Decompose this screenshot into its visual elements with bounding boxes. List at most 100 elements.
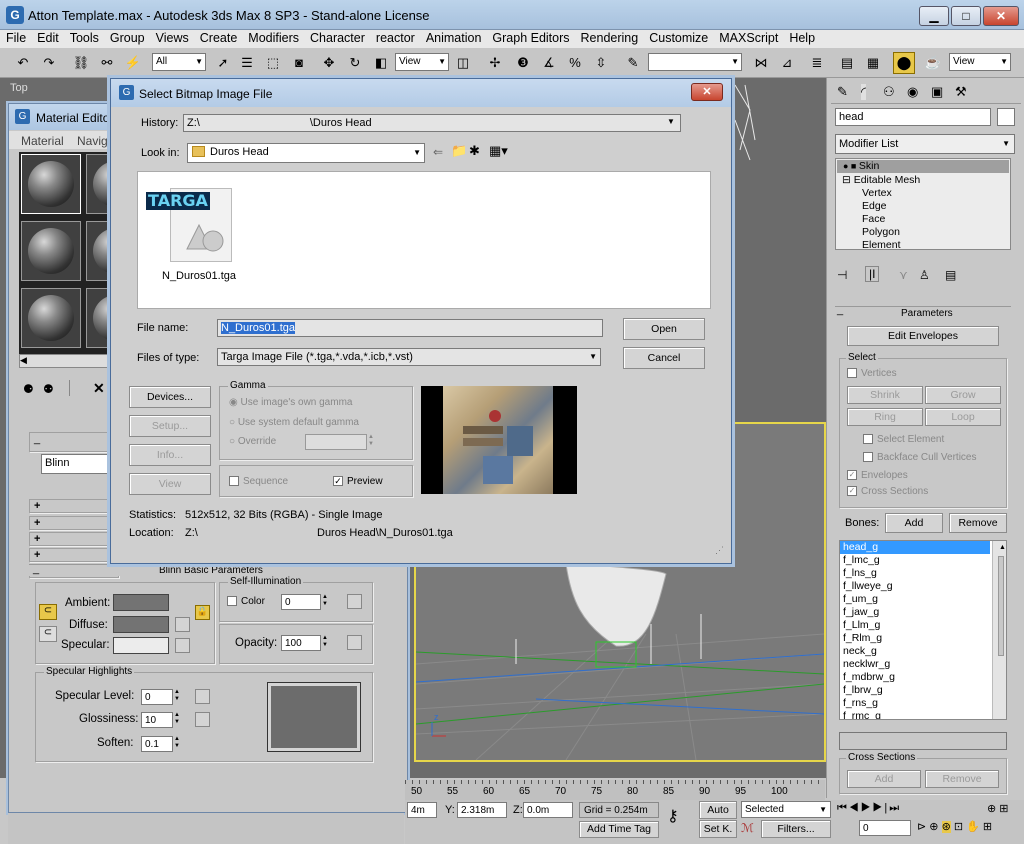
view-button[interactable]: View — [129, 473, 211, 495]
menu-edit[interactable]: Edit — [31, 30, 64, 48]
snaps-toggle-icon[interactable]: ❸ — [512, 52, 534, 74]
remove-bone-button[interactable]: Remove — [949, 513, 1007, 533]
look-in-dropdown[interactable]: Duros Head ▼ — [187, 143, 425, 163]
unlink-icon[interactable]: ⚯ — [96, 52, 118, 74]
bone-item[interactable]: f_Rlm_g — [840, 632, 1006, 645]
specular-level-spinner[interactable]: ▲ ▼ — [173, 689, 181, 703]
dialog-titlebar[interactable]: G Select Bitmap Image File ✕ — [111, 79, 731, 107]
file-item[interactable]: TARGA N_Duros01.tga — [146, 182, 236, 282]
make-unique-icon[interactable]: ⋎ — [899, 268, 908, 282]
menu-help[interactable]: Help — [783, 30, 820, 48]
edit-named-selection-icon[interactable]: ✎ — [622, 52, 644, 74]
setup-button[interactable]: Setup... — [129, 415, 211, 437]
filters-button[interactable]: Filters... — [761, 820, 831, 838]
key-mode-icon[interactable]: ℳ — [741, 821, 754, 835]
file-list[interactable]: TARGA N_Duros01.tga — [137, 171, 711, 309]
object-name-field[interactable]: head — [835, 108, 991, 126]
bone-item[interactable]: f_Llm_g — [840, 619, 1006, 632]
glossiness-spinner[interactable]: ▲ ▼ — [173, 712, 181, 726]
put-to-scene-icon[interactable]: ⚉ — [43, 382, 54, 396]
viewport-top-label[interactable]: Top — [10, 82, 28, 94]
display-tab-icon[interactable]: ▣ — [931, 84, 943, 100]
stack-item-vertex[interactable]: Vertex — [862, 187, 892, 199]
cross-section-add-button[interactable]: Add — [847, 770, 921, 788]
material-editor-icon[interactable]: ⬤ — [893, 52, 915, 74]
undo-icon[interactable]: ↶ — [12, 52, 34, 74]
remove-modifier-icon[interactable]: ♙ — [919, 268, 930, 282]
motion-tab-icon[interactable]: ◉ — [907, 84, 918, 100]
open-button[interactable]: Open — [623, 318, 705, 340]
maximize-button[interactable]: □ — [951, 6, 981, 26]
bone-item[interactable]: f_lbrw_g — [840, 684, 1006, 697]
sample-slot-5[interactable] — [21, 288, 81, 348]
stack-item-polygon[interactable]: Polygon — [862, 226, 900, 238]
loop-button[interactable]: Loop — [925, 408, 1001, 426]
diffuse-map-button[interactable] — [175, 617, 190, 632]
rotate-icon[interactable]: ↻ — [344, 52, 366, 74]
bone-item[interactable]: f_mdbrw_g — [840, 671, 1006, 684]
cross-sections-checkbox[interactable]: ✓ Cross Sections — [847, 486, 928, 497]
opacity-map-button[interactable] — [347, 635, 362, 650]
select-element-checkbox[interactable]: Select Element — [863, 434, 944, 445]
menu-reactor[interactable]: reactor — [370, 30, 420, 48]
link-icon[interactable]: ⛓ — [70, 52, 92, 74]
sample-slot-3[interactable] — [21, 221, 81, 281]
cross-section-remove-button[interactable]: Remove — [925, 770, 999, 788]
blinn-basic-header[interactable]: _ Blinn Basic Parameters — [29, 563, 397, 576]
rect-selection-icon[interactable]: ⬚ — [262, 52, 284, 74]
lock-diffuse-specular-icon[interactable]: ⊂ — [39, 626, 57, 642]
playback-controls[interactable]: ⏮◀▶▶|⏭ — [837, 802, 901, 815]
gamma-own-radio[interactable]: ◉ Use image's own gamma — [229, 397, 352, 408]
menu-graph-editors[interactable]: Graph Editors — [486, 30, 574, 48]
scale-icon[interactable]: ◧ — [370, 52, 392, 74]
menu-animation[interactable]: Animation — [420, 30, 487, 48]
menu-tools[interactable]: Tools — [64, 30, 104, 48]
viewport-nav-controls[interactable]: ⊳ ⊕ ⊛ ⊡ ✋ ⊞ — [917, 820, 992, 833]
specular-map-button[interactable] — [175, 638, 190, 653]
history-dropdown[interactable]: Z:\ \Duros Head — [183, 114, 681, 132]
menu-maxscript[interactable]: MAXScript — [713, 30, 783, 48]
bone-item[interactable]: head_g — [840, 541, 990, 554]
sequence-checkbox[interactable]: Sequence — [229, 476, 288, 487]
stack-item-element[interactable]: Element — [862, 239, 901, 251]
bone-item[interactable]: f_lns_g — [840, 567, 1006, 580]
stack-item-face[interactable]: Face — [862, 213, 885, 225]
key-icon[interactable]: ⚷ — [667, 806, 679, 826]
new-folder-icon[interactable]: ✱ — [469, 143, 480, 159]
bone-item[interactable]: f_rns_g — [840, 697, 1006, 710]
zoom-controls[interactable]: ⊕ ⊞ — [987, 802, 1009, 815]
specular-level-map-button[interactable] — [195, 689, 210, 704]
edit-envelopes-button[interactable]: Edit Envelopes — [847, 326, 999, 346]
menu-customize[interactable]: Customize — [643, 30, 713, 48]
timeline-ruler[interactable]: 50 55 60 65 70 75 80 85 90 95 100 — [405, 780, 825, 800]
y-coordinate-field[interactable]: 2.318m — [457, 802, 507, 818]
render-scene-icon[interactable]: ☕ — [922, 52, 944, 74]
lock-icon[interactable]: 🔒 — [195, 605, 210, 620]
modifier-list-dropdown[interactable]: Modifier List ▼ — [835, 134, 1015, 154]
bone-item[interactable]: f_jaw_g — [840, 606, 1006, 619]
dialog-close-button[interactable]: ✕ — [691, 83, 723, 101]
hierarchy-tab-icon[interactable]: ⚇ — [883, 84, 895, 100]
rollout-supersampling[interactable]: + — [29, 516, 119, 530]
delete-material-icon[interactable]: ✕ — [93, 380, 105, 397]
parameters-rollout-header[interactable]: _ Parameters — [835, 304, 1011, 319]
files-of-type-dropdown[interactable]: Targa Image File (*.tga,*.vda,*.icb,*.vs… — [217, 348, 601, 366]
stack-item-skin[interactable]: ● ■ Skin — [837, 160, 1009, 173]
select-by-name-icon[interactable]: ☰ — [236, 52, 258, 74]
rollout-extended-params[interactable]: + — [29, 499, 119, 513]
slot-scrollbar[interactable]: ◀ — [19, 354, 119, 368]
ambient-swatch[interactable] — [113, 594, 169, 611]
schematic-view-icon[interactable]: ▦ — [862, 52, 884, 74]
self-illum-color-checkbox[interactable]: Color — [227, 596, 265, 607]
vertices-checkbox[interactable]: Vertices — [847, 368, 897, 379]
close-button[interactable]: ✕ — [983, 6, 1019, 26]
lock-ambient-diffuse-icon[interactable]: ⊂ — [39, 604, 57, 620]
show-end-result-icon[interactable]: |I — [865, 266, 880, 282]
backface-cull-checkbox[interactable]: Backface Cull Vertices — [863, 452, 977, 463]
reference-coordinate-dropdown[interactable]: View — [395, 53, 449, 71]
shader-dropdown[interactable]: Blinn — [41, 454, 119, 474]
soften-spinner[interactable]: ▲ ▼ — [173, 736, 181, 750]
create-tab-icon[interactable]: ✎ — [837, 84, 848, 100]
shrink-button[interactable]: Shrink — [847, 386, 923, 404]
bone-item[interactable]: necklwr_g — [840, 658, 1006, 671]
